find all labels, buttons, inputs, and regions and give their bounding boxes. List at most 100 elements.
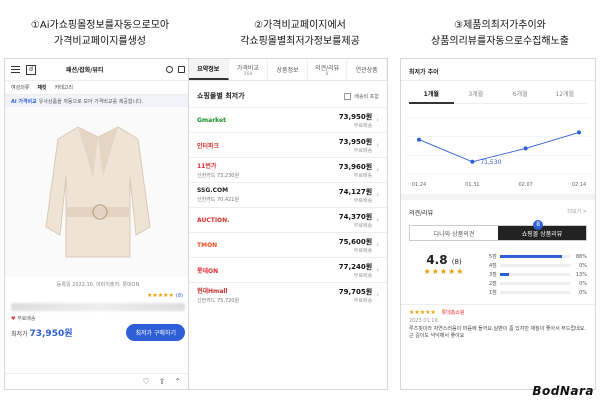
mall-shipping: 무료배송 (353, 297, 373, 304)
tab-label: 연관상품 (355, 67, 378, 74)
review-more-link[interactable]: 더보기 > (567, 208, 587, 217)
period-tab-3m[interactable]: 3개월 (453, 89, 498, 104)
mall-row[interactable]: 롯데ON 77,240원 무료배송 › (189, 257, 387, 282)
trend-point[interactable] (577, 130, 581, 135)
mall-info: 11번가 신한카드 73,230원 (197, 161, 239, 179)
mall-logo: TMON (197, 241, 218, 249)
chevron-right-icon[interactable]: › (376, 141, 379, 149)
period-tab-1m[interactable]: 1개월 (409, 89, 454, 104)
include-shipping-toggle[interactable]: 배송비 포함 (344, 92, 379, 100)
filter-womens[interactable]: 여성의류 (11, 84, 29, 91)
mall-row[interactable]: 11번가 신한카드 73,230원 73,960원 무료배송 › (189, 157, 387, 182)
mall-logo: SSG.COM (197, 187, 229, 194)
mall-info: SSG.COM 신한카드 70,421원 (197, 187, 239, 203)
price-comparison-screen: 요약정보 가격비교 268 상품정보 의견/리뷰 8 연관상품 쇼핑몰별 최저가… (188, 58, 388, 390)
tab-label: 의견/리뷰 (315, 64, 340, 72)
share-icon[interactable]: ⇪ (159, 377, 166, 386)
mall-row[interactable]: 인터파크 73,950원 무료배송 › (189, 132, 387, 157)
filter-category[interactable]: 카테고리 (55, 84, 73, 91)
tab-mall-review[interactable]: 쇼핑몰 상품리뷰 (498, 226, 586, 240)
mall-card-price: 신한카드 75,720원 (197, 298, 240, 304)
danawa-logo[interactable]: d (26, 64, 36, 75)
search-icon[interactable] (166, 66, 173, 73)
rating-count[interactable]: (8) (176, 293, 183, 299)
chevron-right-icon[interactable]: › (376, 216, 379, 224)
score-bar-fill (500, 273, 510, 276)
filter-bar: 여성의류 재킷 카테고리 (5, 81, 191, 95)
buy-lowest-button[interactable]: 최저가 구매하기 (126, 324, 185, 341)
chevron-right-icon[interactable]: › (376, 241, 379, 249)
tab-price-compare[interactable]: 가격비교 268 (229, 59, 269, 80)
trend-point[interactable] (470, 159, 475, 164)
tab-reviews[interactable]: 의견/리뷰 8 (308, 59, 348, 80)
tab-summary[interactable]: 요약정보 (189, 59, 229, 80)
shipping-text: 무료배송 (17, 316, 36, 322)
scroll-top-icon[interactable]: ⌃ (174, 377, 181, 386)
include-shipping-checkbox[interactable] (344, 92, 352, 100)
chevron-right-icon[interactable]: › (376, 266, 379, 274)
period-tab-6m[interactable]: 6개월 (498, 89, 543, 104)
price-trend-svg: 01.24 01.31 02.07 02.14 71,530 (407, 117, 591, 188)
review-header: 의견/리뷰 더보기 > (401, 200, 595, 221)
trend-point[interactable] (523, 146, 528, 151)
ai-notice-text: 유사상품을 자동으로 모아 가격비교를 제공합니다. (38, 98, 144, 105)
chevron-right-icon[interactable]: › (376, 191, 379, 199)
filter-jacket[interactable]: 재킷 (37, 84, 46, 91)
mall-price-list: Gmarket 73,950원 무료배송 › 인터파크 73,950원 무료배송 › 11번가 신… (189, 107, 387, 307)
lowest-price-value: 73,950원 (29, 329, 73, 339)
detail-tabs: 요약정보 가격비교 268 상품정보 의견/리뷰 8 연관상품 (189, 59, 387, 81)
mall-logo: AUCTION. (197, 216, 230, 224)
mall-shipping: 무료배송 (353, 172, 373, 179)
product-image[interactable] (5, 107, 191, 277)
mall-info: 현대Hmall 신한카드 75,720원 (197, 286, 239, 304)
mall-price-wrap: 74,370원 무료배송 › (339, 212, 379, 229)
chevron-right-icon[interactable]: › (376, 116, 379, 124)
score-value: 4.8 (426, 253, 448, 267)
mall-price-block: 73,950원 무료배송 (339, 112, 372, 129)
caption-3-line-1: ③제품의최저가추이와 (454, 20, 546, 31)
review-item[interactable]: ★★★★★ 롯데홈쇼핑 2023.01.19. 루즈핏이라 자연스러움이 마음에… (401, 304, 595, 344)
mall-logo: 인터파크 (197, 142, 220, 150)
mall-price-block: 77,240원 무료배송 (339, 262, 372, 279)
mall-price: 77,240원 (338, 262, 373, 271)
mall-info: Gmarket (197, 117, 226, 124)
mall-price: 73,950원 (338, 137, 373, 146)
x-tick-label: 02.07 (519, 182, 533, 188)
ai-notice: Ai 가격비교 유사상품을 자동으로 모아 가격비교를 제공합니다. (5, 95, 191, 107)
score-stars: ★★★★★ (423, 267, 465, 276)
tab-danawa-opinion[interactable]: 다나와 상품의견 (410, 226, 498, 240)
mall-price-block: 74,370원 무료배송 (339, 212, 372, 229)
mall-row[interactable]: Gmarket 73,950원 무료배송 › (189, 107, 387, 132)
cart-icon[interactable] (178, 66, 185, 73)
mall-logo: 롯데ON (197, 267, 219, 275)
wishlist-icon[interactable]: ♡ (142, 377, 149, 386)
bottom-action-bar: ♡ ⇪ ⌃ (5, 373, 191, 389)
tab-product-info[interactable]: 상품정보 (268, 59, 308, 80)
mall-price: 73,960원 (338, 162, 373, 171)
score-label: 2점 (489, 281, 497, 287)
lowest-price: 최저가 73,950원 (11, 326, 73, 339)
mall-row[interactable]: TMON 75,600원 무료배송 › (189, 232, 387, 257)
caption-2-line-1: ②가격비교페이지에서 (254, 20, 346, 31)
tab-related[interactable]: 연관상품 (347, 59, 387, 80)
score-label: 1점 (489, 290, 497, 296)
heart-icon: ♥ (11, 316, 16, 322)
price-trend-chart: 01.24 01.31 02.07 02.14 71,530 (401, 104, 595, 190)
mall-row[interactable]: AUCTION. 74,370원 무료배송 › (189, 207, 387, 232)
mall-price-wrap: 75,600원 무료배송 › (339, 237, 379, 254)
caption-step-3: ③제품의최저가추이와 상품의리뷰를자동으로수집해노출 (400, 18, 600, 50)
mall-row[interactable]: SSG.COM 신한카드 70,421원 74,127원 무료배송 › (189, 182, 387, 207)
menu-icon[interactable] (11, 66, 20, 73)
score-bar-fill (500, 255, 562, 258)
period-tab-12m[interactable]: 12개월 (542, 89, 587, 104)
trend-point[interactable] (417, 137, 421, 142)
mall-info: 인터파크 (197, 141, 219, 150)
mall-card-price: 신한카드 73,230원 (197, 173, 240, 179)
score-distribution-row: 4점 0% (489, 262, 587, 270)
mall-row[interactable]: 현대Hmall 신한카드 75,720원 79,705원 무료배송 › (189, 282, 387, 307)
score-bar-track (500, 291, 570, 294)
chevron-right-icon[interactable]: › (376, 291, 379, 299)
score-percent: 0% (579, 280, 587, 287)
chevron-right-icon[interactable]: › (376, 166, 379, 174)
score-distribution-row: 5점 88% (489, 253, 587, 261)
